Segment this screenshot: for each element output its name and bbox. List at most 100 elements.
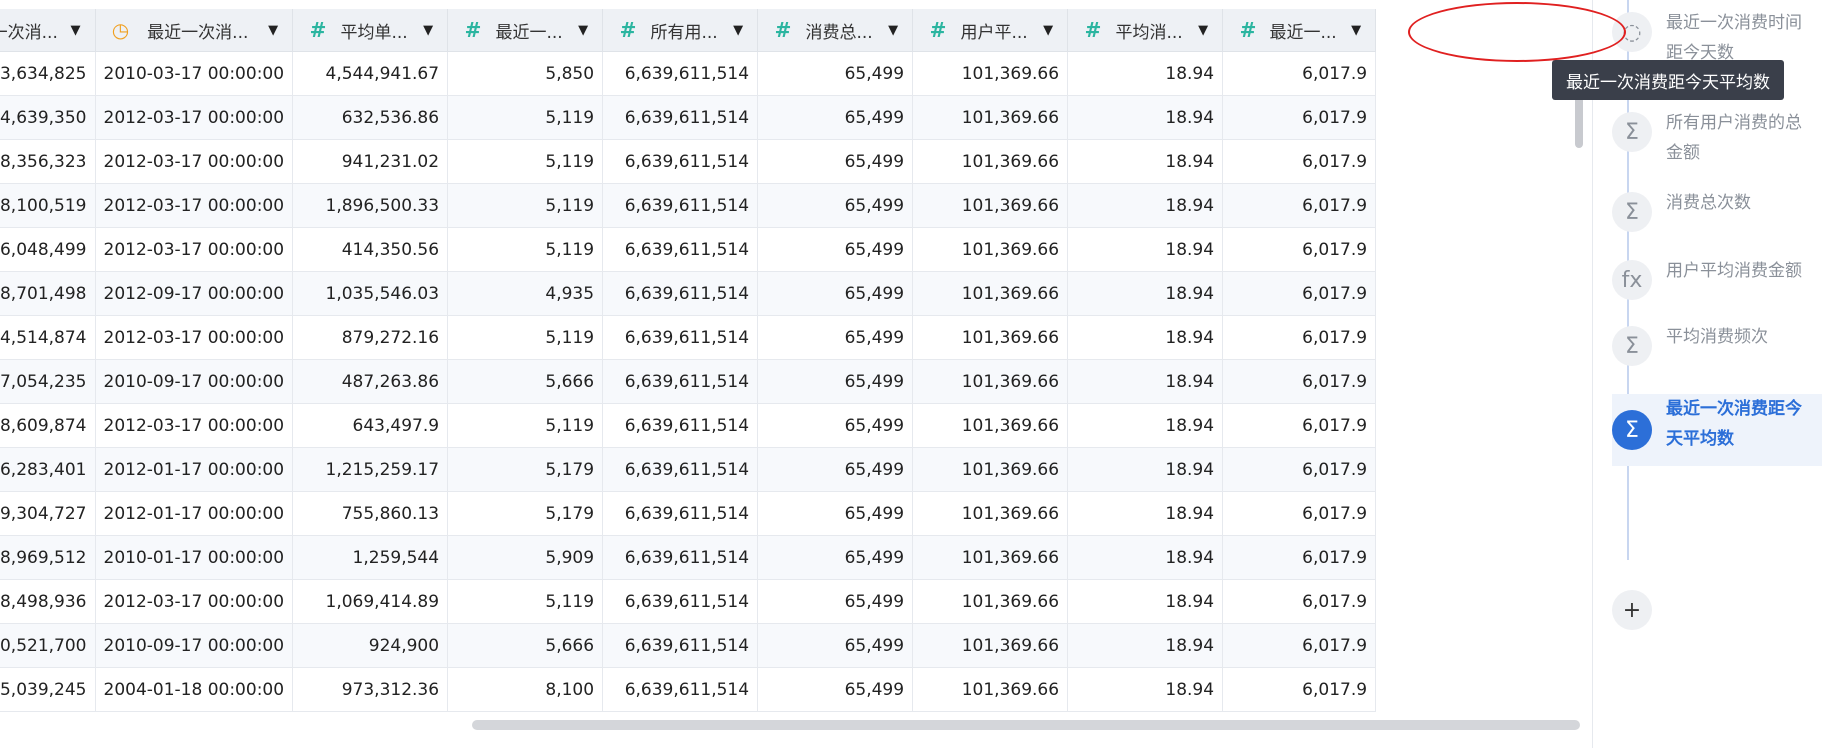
table-cell[interactable]: 5,666 — [447, 359, 604, 404]
column-header-3[interactable]: # 最近一... ▼ — [447, 9, 604, 52]
table-cell[interactable]: 101,369.66 — [912, 95, 1069, 140]
table-cell[interactable]: 65,499 — [757, 183, 914, 228]
table-cell[interactable]: 487,263.86 — [292, 359, 449, 404]
table-row[interactable]: 17,054,2352010-09-17 00:00:00487,263.865… — [0, 359, 1377, 404]
table-cell[interactable]: 6,639,611,514 — [602, 183, 759, 228]
table-cell[interactable]: 2010-09-17 00:00:00 — [95, 359, 294, 404]
table-row[interactable]: 18,701,4982012-09-17 00:00:001,035,546.0… — [0, 271, 1377, 316]
table-cell[interactable]: 65,499 — [757, 271, 914, 316]
table-cell[interactable]: 6,639,611,514 — [602, 227, 759, 272]
sidebar-item-2[interactable]: Σ 消费总次数 — [1612, 188, 1822, 232]
sidebar-item-4[interactable]: Σ 平均消费频次 — [1612, 322, 1822, 366]
table-cell[interactable]: 18.94 — [1067, 315, 1224, 360]
table-cell[interactable]: 6,017.9 — [1222, 359, 1377, 404]
caret-down-icon[interactable]: ▼ — [264, 23, 282, 38]
caret-down-icon[interactable]: ▼ — [1039, 23, 1057, 38]
table-cell[interactable]: 1,259,544 — [292, 535, 449, 580]
sidebar-add-item[interactable]: + — [1612, 590, 1822, 630]
table-cell[interactable]: 65,499 — [757, 623, 914, 668]
table-cell[interactable]: 18.94 — [1067, 579, 1224, 624]
table-cell[interactable]: 6,639,611,514 — [602, 271, 759, 316]
table-cell[interactable]: 4,935 — [447, 271, 604, 316]
column-header-1[interactable]: ◷ 最近一次消... ▼ — [95, 9, 294, 52]
table-cell[interactable]: 973,312.36 — [292, 667, 449, 712]
table-cell[interactable]: 101,369.66 — [912, 271, 1069, 316]
column-header-0[interactable]: #最近一次消...▼ — [0, 9, 96, 52]
table-cell[interactable]: 6,639,611,514 — [602, 403, 759, 448]
table-cell[interactable]: 5,179 — [447, 447, 604, 492]
table-cell[interactable]: 6,639,611,514 — [602, 139, 759, 184]
table-cell[interactable]: 5,119 — [447, 315, 604, 360]
table-cell[interactable]: 18.94 — [1067, 51, 1224, 96]
table-cell[interactable]: 6,017.9 — [1222, 447, 1377, 492]
table-cell[interactable]: 6,017.9 — [1222, 491, 1377, 536]
table-cell[interactable]: 18.94 — [1067, 447, 1224, 492]
table-row[interactable]: 10,521,7002010-09-17 00:00:00924,9005,66… — [0, 623, 1377, 668]
table-cell[interactable]: 6,639,611,514 — [602, 447, 759, 492]
table-cell[interactable]: 6,017.9 — [1222, 139, 1377, 184]
caret-down-icon[interactable]: ▼ — [67, 23, 85, 38]
table-cell[interactable]: 2012-01-17 00:00:00 — [95, 447, 294, 492]
table-cell[interactable]: 5,119 — [447, 579, 604, 624]
table-cell[interactable]: 6,017.9 — [1222, 227, 1377, 272]
table-cell[interactable]: 18.94 — [1067, 535, 1224, 580]
caret-down-icon[interactable]: ▼ — [1347, 23, 1365, 38]
horizontal-scrollbar[interactable] — [472, 720, 1580, 730]
table-cell[interactable]: 6,639,611,514 — [602, 95, 759, 140]
table-cell[interactable]: 13,634,825 — [0, 51, 96, 96]
table-row[interactable]: 13,634,8252010-03-17 00:00:004,544,941.6… — [0, 51, 1377, 96]
table-cell[interactable]: 18,701,498 — [0, 271, 96, 316]
table-cell[interactable]: 15,039,245 — [0, 667, 96, 712]
table-cell[interactable]: 5,119 — [447, 403, 604, 448]
table-cell[interactable]: 65,499 — [757, 51, 914, 96]
table-cell[interactable]: 65,499 — [757, 579, 914, 624]
table-cell[interactable]: 5,119 — [447, 183, 604, 228]
caret-down-icon[interactable]: ▼ — [419, 23, 437, 38]
table-cell[interactable]: 2012-03-17 00:00:00 — [95, 183, 294, 228]
table-cell[interactable]: 2012-03-17 00:00:00 — [95, 227, 294, 272]
table-cell[interactable]: 6,017.9 — [1222, 623, 1377, 668]
table-cell[interactable]: 18.94 — [1067, 227, 1224, 272]
table-cell[interactable]: 16,048,499 — [0, 227, 96, 272]
table-cell[interactable]: 632,536.86 — [292, 95, 449, 140]
table-cell[interactable]: 101,369.66 — [912, 315, 1069, 360]
table-cell[interactable]: 6,017.9 — [1222, 95, 1377, 140]
table-cell[interactable]: 4,544,941.67 — [292, 51, 449, 96]
table-cell[interactable]: 1,035,546.03 — [292, 271, 449, 316]
table-cell[interactable]: 101,369.66 — [912, 623, 1069, 668]
table-cell[interactable]: 18,969,512 — [0, 535, 96, 580]
table-cell[interactable]: 2010-03-17 00:00:00 — [95, 51, 294, 96]
sidebar-item-3[interactable]: fx 用户平均消费金额 — [1612, 256, 1822, 300]
table-cell[interactable]: 65,499 — [757, 447, 914, 492]
table-cell[interactable]: 18,100,519 — [0, 183, 96, 228]
table-cell[interactable]: 5,909 — [447, 535, 604, 580]
table-cell[interactable]: 18,609,874 — [0, 403, 96, 448]
table-row[interactable]: 19,304,7272012-01-17 00:00:00755,860.135… — [0, 491, 1377, 536]
table-row[interactable]: 16,048,4992012-03-17 00:00:00414,350.565… — [0, 227, 1377, 272]
table-row[interactable]: 14,639,3502012-03-17 00:00:00632,536.865… — [0, 95, 1377, 140]
table-cell[interactable]: 5,850 — [447, 51, 604, 96]
table-cell[interactable]: 2012-03-17 00:00:00 — [95, 403, 294, 448]
table-cell[interactable]: 18.94 — [1067, 623, 1224, 668]
table-row[interactable]: 18,356,3232012-03-17 00:00:00941,231.025… — [0, 139, 1377, 184]
table-cell[interactable]: 6,639,611,514 — [602, 623, 759, 668]
column-header-6[interactable]: # 用户平... ▼ — [912, 9, 1069, 52]
sidebar-item-1[interactable]: Σ 所有用户消费的总金额 — [1612, 108, 1822, 168]
table-cell[interactable]: 6,639,611,514 — [602, 359, 759, 404]
table-cell[interactable]: 5,119 — [447, 139, 604, 184]
table-cell[interactable]: 101,369.66 — [912, 51, 1069, 96]
table-cell[interactable]: 18,498,936 — [0, 579, 96, 624]
table-cell[interactable]: 101,369.66 — [912, 359, 1069, 404]
table-cell[interactable]: 643,497.9 — [292, 403, 449, 448]
table-cell[interactable]: 941,231.02 — [292, 139, 449, 184]
table-cell[interactable]: 101,369.66 — [912, 447, 1069, 492]
table-cell[interactable]: 5,179 — [447, 491, 604, 536]
table-cell[interactable]: 6,017.9 — [1222, 579, 1377, 624]
table-cell[interactable]: 5,119 — [447, 227, 604, 272]
table-cell[interactable]: 1,069,414.89 — [292, 579, 449, 624]
caret-down-icon[interactable]: ▼ — [574, 23, 592, 38]
table-cell[interactable]: 2012-03-17 00:00:00 — [95, 315, 294, 360]
table-cell[interactable]: 101,369.66 — [912, 491, 1069, 536]
table-cell[interactable]: 6,639,611,514 — [602, 535, 759, 580]
table-cell[interactable]: 2010-01-17 00:00:00 — [95, 535, 294, 580]
